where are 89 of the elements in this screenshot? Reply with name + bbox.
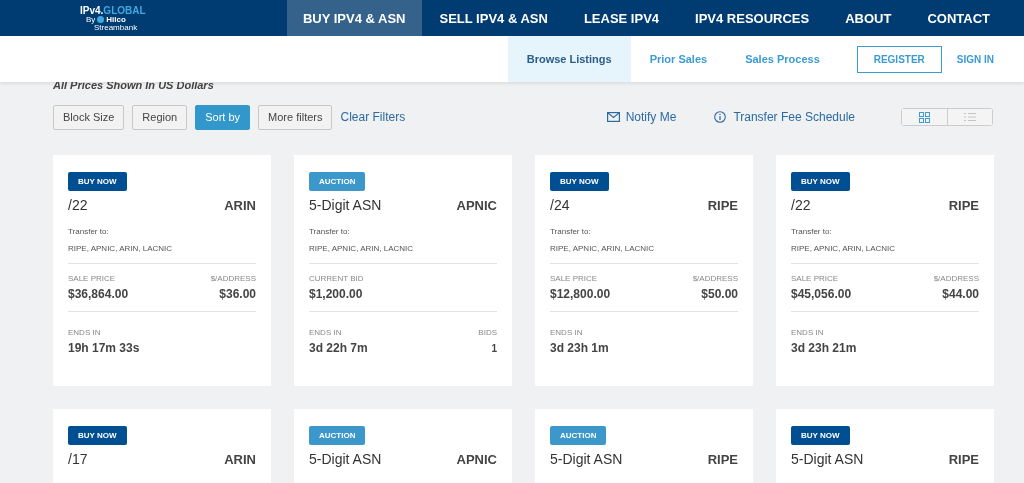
transfer-label: Transfer to: [309, 227, 351, 236]
listing-card[interactable]: BUY NOW /17 ARIN [53, 409, 271, 483]
listing-title: 5-Digit ASN [309, 197, 382, 213]
listing-type-badge: BUY NOW [68, 172, 127, 191]
listing-card[interactable]: BUY NOW /24 RIPE Transfer to: RIPE, APNIC, ARIN, LACNIC SALE PRICE $/ADDRESS $12,800.00 $50.00 ENDS IN 3d 23h 1m [535, 155, 753, 386]
nav-link[interactable]: SELL IPV4 & ASN [421, 0, 566, 36]
price-label: CURRENT BID [309, 274, 364, 283]
listing-card[interactable]: AUCTION 5-Digit ASN APNIC Transfer to: RIPE, APNIC, ARIN, LACNIC CURRENT BID $1,200.00 ENDS IN BIDS 3d 22h 7m 1 [294, 155, 512, 386]
listing-card[interactable]: BUY NOW /22 RIPE Transfer to: RIPE, APNIC, ARIN, LACNIC SALE PRICE $/ADDRESS $45,056.00 $44.00 ENDS IN 3d 23h 21m [776, 155, 994, 386]
price-label: SALE PRICE [791, 274, 839, 283]
ends-label: ENDS IN [68, 328, 101, 337]
nav-link[interactable]: LEASE IPV4 [565, 0, 678, 36]
listing-title: 5-Digit ASN [791, 451, 864, 467]
listing-title: /17 [68, 451, 88, 467]
listing-title: /22 [68, 197, 88, 213]
registry-label: ARIN [224, 198, 256, 213]
ends-value: 19h 17m 33s [68, 341, 140, 355]
transfer-label: Transfer to: [791, 227, 833, 236]
nav-link[interactable]: CONTACT [909, 0, 1008, 36]
listing-type-badge: BUY NOW [791, 426, 850, 445]
logo-text[interactable]: IPv4.GLOBAL [80, 4, 200, 16]
info-icon[interactable] [714, 111, 727, 123]
per-address-label: $/ADDRESS [210, 274, 256, 283]
per-address-value: $44.00 [942, 287, 979, 301]
logo-by-text: By [86, 15, 96, 24]
bids-value: 1 [491, 343, 497, 354]
listing-type-badge: BUY NOW [68, 426, 127, 445]
listing-card[interactable]: AUCTION 5-Digit ASN APNIC [294, 409, 512, 483]
nav-link[interactable]: IPV4 RESOURCES [677, 0, 828, 36]
transfer-label: Transfer to: [550, 227, 592, 236]
listing-type-badge: AUCTION [309, 172, 366, 191]
registry-label: RIPE [707, 198, 738, 213]
per-address-label: $/ADDRESS [933, 274, 979, 283]
bids-label: BIDS [478, 328, 497, 337]
ends-label: ENDS IN [550, 328, 583, 337]
listing-type-badge: AUCTION [550, 426, 607, 445]
price-label: SALE PRICE [68, 274, 116, 283]
nav-link[interactable]: ABOUT [827, 0, 910, 36]
price-value: $1,200.00 [309, 287, 363, 301]
subnav-tab[interactable]: Browse Listings [507, 36, 631, 82]
per-address-value: $50.00 [701, 287, 738, 301]
registry-label: RIPE [948, 452, 979, 467]
listing-type-badge: AUCTION [309, 426, 366, 445]
logo-brand-text: Hilco [106, 15, 126, 24]
fee-schedule-link[interactable]: Transfer Fee Schedule [733, 110, 855, 124]
registry-label: APNIC [456, 452, 497, 467]
listing-card[interactable]: AUCTION 5-Digit ASN RIPE [535, 409, 753, 483]
listing-card[interactable]: BUY NOW /22 ARIN Transfer to: RIPE, APNIC, ARIN, LACNIC SALE PRICE $/ADDRESS $36,864.00 $36.00 ENDS IN 19h 17m 33s [53, 155, 271, 386]
grid-view-button[interactable] [902, 109, 947, 125]
view-toggle[interactable] [901, 108, 993, 126]
ends-label: ENDS IN [309, 328, 342, 337]
price-value: $45,056.00 [791, 287, 852, 301]
filter-button[interactable]: Region [132, 104, 188, 130]
notify-me-link[interactable]: Notify Me [625, 110, 677, 124]
registry-label: RIPE [707, 452, 738, 467]
transfer-regions: RIPE, APNIC, ARIN, LACNIC [791, 244, 897, 253]
list-view-button[interactable] [947, 109, 992, 125]
grid-icon [919, 111, 930, 123]
transfer-regions: RIPE, APNIC, ARIN, LACNIC [68, 244, 174, 253]
registry-label: APNIC [456, 198, 497, 213]
per-address-label: $/ADDRESS [692, 274, 738, 283]
price-value: $36,864.00 [68, 287, 129, 301]
ends-value: 3d 23h 1m [550, 341, 609, 355]
circle-logo-icon [97, 16, 105, 23]
price-value: $12,800.00 [550, 287, 611, 301]
ends-label: ENDS IN [791, 328, 824, 337]
ends-value: 3d 23h 21m [791, 341, 857, 355]
listing-title: 5-Digit ASN [309, 451, 382, 467]
ends-value: 3d 22h 7m [309, 341, 368, 355]
transfer-label: Transfer to: [68, 227, 110, 236]
registry-label: ARIN [224, 452, 256, 467]
filter-button[interactable]: Block Size [53, 104, 125, 130]
transfer-regions: RIPE, APNIC, ARIN, LACNIC [550, 244, 656, 253]
listing-type-badge: BUY NOW [791, 172, 850, 191]
list-icon [964, 112, 976, 122]
listing-card[interactable]: BUY NOW 5-Digit ASN RIPE [776, 409, 994, 483]
listing-title: /24 [550, 197, 570, 213]
listing-title: /22 [791, 197, 811, 213]
price-label: SALE PRICE [550, 274, 598, 283]
listing-type-badge: BUY NOW [550, 172, 609, 191]
listing-title: 5-Digit ASN [550, 451, 623, 467]
transfer-regions: RIPE, APNIC, ARIN, LACNIC [309, 244, 415, 253]
per-address-value: $36.00 [219, 287, 256, 301]
registry-label: RIPE [948, 198, 979, 213]
logo-sub-text: Streambank [94, 23, 138, 32]
nav-link[interactable]: BUY IPV4 & ASN [286, 0, 422, 36]
filter-button[interactable]: More filters [258, 104, 333, 130]
mail-icon[interactable] [606, 112, 620, 122]
clear-filters-link[interactable]: Clear Filters [340, 110, 406, 124]
